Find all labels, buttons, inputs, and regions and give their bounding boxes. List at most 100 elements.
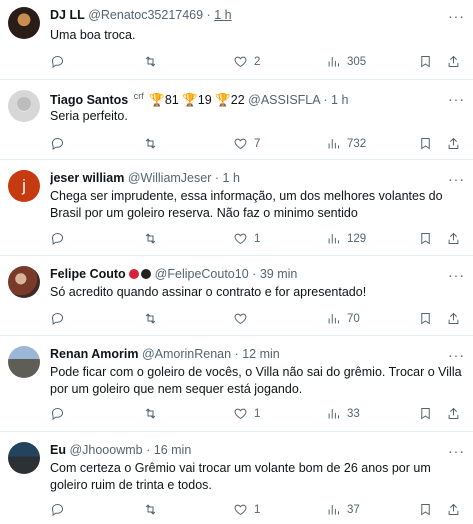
analytics-icon <box>328 234 339 244</box>
bookmark-button[interactable] <box>418 54 433 69</box>
separator-dot: · <box>234 347 239 361</box>
tweet-item[interactable]: Renan Amorim @AmorinRenan · 12 min ··· P… <box>0 336 473 432</box>
tweet-item[interactable]: j jeser william @WilliamJeser · 1 h ··· … <box>0 160 473 256</box>
timestamp[interactable]: 1 h <box>214 8 231 22</box>
more-options-icon[interactable]: ··· <box>448 267 465 283</box>
heart-icon <box>234 233 247 245</box>
views-count: 732 <box>347 137 367 150</box>
avatar[interactable]: j <box>8 170 40 202</box>
trophy-icon: 🏆 <box>215 93 231 108</box>
views-button[interactable]: 33 <box>326 406 360 421</box>
display-name[interactable]: Tiago Santos <box>50 93 128 107</box>
tweet-actions: 2 305 <box>50 54 465 72</box>
avatar[interactable] <box>8 7 40 39</box>
bookmark-button[interactable] <box>418 406 433 421</box>
tweet-text: Pode ficar com o goleiro de vocês, o Vil… <box>50 365 462 396</box>
retweet-icon <box>145 56 156 67</box>
avatar[interactable] <box>8 346 40 378</box>
more-options-icon[interactable]: ··· <box>448 8 465 24</box>
timestamp[interactable]: 1 h <box>223 171 240 185</box>
share-button[interactable] <box>446 406 461 421</box>
share-icon <box>448 232 459 244</box>
timestamp[interactable]: 16 min <box>154 443 192 457</box>
share-button[interactable] <box>446 54 461 69</box>
timestamp[interactable]: 1 h <box>331 93 348 107</box>
display-name[interactable]: Renan Amorim <box>50 347 138 361</box>
user-handle[interactable]: @FelipeCouto10 <box>155 267 249 281</box>
retweet-button[interactable] <box>143 54 164 69</box>
tweet-text: Seria perfeito. <box>50 109 128 123</box>
like-count: 1 <box>254 503 261 516</box>
more-options-icon[interactable]: ··· <box>448 347 465 363</box>
bookmark-icon <box>421 56 430 68</box>
tweet-actions: 1 129 <box>50 231 465 249</box>
avatar[interactable] <box>8 442 40 474</box>
views-button[interactable]: 37 <box>326 502 360 517</box>
retweet-icon <box>145 408 156 419</box>
analytics-icon <box>328 505 339 515</box>
bookmark-button[interactable] <box>418 231 433 246</box>
like-button[interactable] <box>233 311 254 326</box>
more-options-icon[interactable]: ··· <box>448 171 465 187</box>
tweet-item[interactable]: Tiago Santos crf 🏆81 🏆19 🏆22 @ASSISFLA ·… <box>0 80 473 160</box>
views-button[interactable]: 129 <box>326 231 366 246</box>
retweet-button[interactable] <box>143 231 164 246</box>
timestamp[interactable]: 39 min <box>260 267 298 281</box>
tweet-actions: 7 732 <box>50 136 465 154</box>
retweet-icon <box>145 313 156 324</box>
reply-button[interactable] <box>50 136 71 151</box>
like-button[interactable]: 7 <box>233 136 260 151</box>
share-button[interactable] <box>446 311 461 326</box>
bookmark-icon <box>421 504 430 516</box>
bookmark-button[interactable] <box>418 311 433 326</box>
reply-button[interactable] <box>50 406 71 421</box>
retweet-button[interactable] <box>143 406 164 421</box>
user-handle[interactable]: @WilliamJeser <box>128 171 212 185</box>
tweet-item[interactable]: DJ LL @Renatoc35217469 · 1 h ··· Uma boa… <box>0 0 473 80</box>
reply-button[interactable] <box>50 54 71 69</box>
views-count: 129 <box>347 232 367 245</box>
user-handle[interactable]: @Renatoc35217469 <box>88 8 203 22</box>
avatar[interactable] <box>8 266 40 298</box>
more-options-icon[interactable]: ··· <box>448 443 465 459</box>
avatar[interactable] <box>8 90 40 122</box>
like-button[interactable]: 1 <box>233 231 260 246</box>
reply-icon <box>51 232 64 246</box>
analytics-icon <box>328 139 339 149</box>
heart-icon <box>234 313 247 325</box>
user-handle[interactable]: @ASSISFLA <box>248 93 320 107</box>
share-button[interactable] <box>446 502 461 517</box>
retweet-button[interactable] <box>143 502 164 517</box>
reply-button[interactable] <box>50 231 71 246</box>
like-button[interactable]: 1 <box>233 406 260 421</box>
display-name[interactable]: jeser william <box>50 171 124 185</box>
like-count: 7 <box>254 137 261 150</box>
views-button[interactable]: 305 <box>326 54 366 69</box>
display-name[interactable]: Felipe Couto <box>50 267 126 281</box>
user-handle[interactable]: @Jhooowmb <box>69 443 142 457</box>
red-circle-icon <box>129 269 140 279</box>
views-button[interactable]: 732 <box>326 136 366 151</box>
bookmark-button[interactable] <box>418 136 433 151</box>
user-handle[interactable]: @AmorinRenan <box>142 347 231 361</box>
separator-dot: · <box>146 443 151 457</box>
share-button[interactable] <box>446 136 461 151</box>
like-button[interactable]: 2 <box>233 54 260 69</box>
display-name[interactable]: DJ LL <box>50 8 85 22</box>
retweet-button[interactable] <box>143 311 164 326</box>
more-options-icon[interactable]: ··· <box>448 91 465 107</box>
tweet-header: Renan Amorim @AmorinRenan · 12 min <box>50 347 465 365</box>
display-name[interactable]: Eu <box>50 443 66 457</box>
like-button[interactable]: 1 <box>233 502 260 517</box>
tweet-item[interactable]: Felipe Couto @FelipeCouto10 · 39 min ···… <box>0 256 473 336</box>
retweet-button[interactable] <box>143 136 164 151</box>
views-button[interactable]: 70 <box>326 311 360 326</box>
reply-button[interactable] <box>50 311 71 326</box>
reply-button[interactable] <box>50 502 71 517</box>
bookmark-button[interactable] <box>418 502 433 517</box>
share-button[interactable] <box>446 231 461 246</box>
bookmark-icon <box>421 138 430 150</box>
tweet-item[interactable]: Eu @Jhooowmb · 16 min ··· Com certeza o … <box>0 432 473 524</box>
tweet-text: Com certeza o Grêmio vai trocar um volan… <box>50 461 431 492</box>
timestamp[interactable]: 12 min <box>242 347 280 361</box>
